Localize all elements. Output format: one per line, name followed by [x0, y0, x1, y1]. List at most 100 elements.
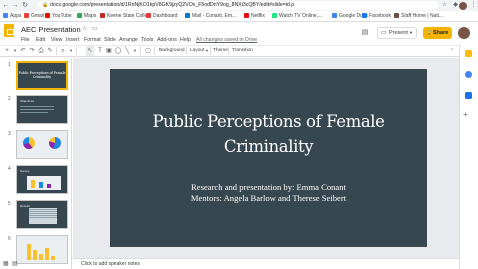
- chevron-down-icon[interactable]: ▼: [67, 46, 75, 56]
- chevron-down-icon[interactable]: ▼: [131, 46, 139, 56]
- image-icon[interactable]: ▣: [105, 46, 113, 56]
- bookmark-favicon-icon: [45, 12, 50, 18]
- bookmark-label: Staff Home | Nati...: [401, 13, 444, 19]
- transition-button[interactable]: Transition: [232, 46, 253, 56]
- tasks-icon[interactable]: [465, 71, 472, 78]
- speaker-notes[interactable]: Click to add speaker notes: [73, 258, 459, 269]
- bookmark-label: Maps: [84, 13, 97, 19]
- slide-thumbnail-6[interactable]: [16, 235, 68, 264]
- text-line: [20, 112, 48, 114]
- menu-slide[interactable]: Slide: [104, 37, 116, 43]
- bookmark-item[interactable]: Mail - Conant, Em...: [185, 12, 236, 21]
- print-icon[interactable]: ⎙: [37, 46, 45, 56]
- slide-title[interactable]: Public Perceptions of Female Criminality: [110, 109, 427, 159]
- bookmark-label: Gmail: [31, 13, 45, 19]
- text-line: [20, 109, 54, 111]
- forward-icon[interactable]: →: [11, 1, 19, 10]
- toolbar-divider: [56, 47, 57, 55]
- background-button[interactable]: Background: [159, 46, 185, 56]
- toolbar-divider: [140, 47, 141, 55]
- lock-icon: 🔒: [42, 2, 49, 8]
- bookmark-item[interactable]: Gmail: [24, 12, 44, 21]
- theme-button[interactable]: Theme: [213, 46, 228, 56]
- document-title[interactable]: AEC Presentation: [21, 25, 81, 34]
- bookmark-item[interactable]: Watch TV Online,...: [272, 12, 322, 21]
- select-icon[interactable]: ↖: [86, 46, 94, 56]
- share-label: Share: [433, 30, 449, 36]
- bar-thumbnail: [39, 182, 43, 188]
- bookmark-label: Dashboard: [153, 13, 178, 19]
- slides-logo-icon[interactable]: [4, 24, 14, 37]
- chevron-down-icon[interactable]: ▼: [11, 46, 19, 56]
- bookmark-item[interactable]: Facebook: [362, 12, 391, 21]
- bookmark-favicon-icon: [394, 12, 399, 18]
- pie-chart-thumbnail: [23, 137, 35, 149]
- slide-number: 6: [8, 236, 11, 242]
- bookmark-item[interactable]: YouTube: [45, 12, 72, 21]
- slide-thumbnail-5[interactable]: Results: [16, 200, 68, 229]
- toolbar-divider: [228, 47, 229, 55]
- bookmark-favicon-icon: [24, 12, 29, 18]
- bookmark-item[interactable]: Maps: [77, 12, 96, 21]
- bookmark-item[interactable]: Staff Home | Nati...: [394, 12, 443, 21]
- zoom-icon[interactable]: ⌕: [59, 46, 67, 56]
- line-icon[interactable]: ╲: [123, 46, 131, 56]
- menu-addons[interactable]: Add-ons: [157, 37, 177, 43]
- menu-format[interactable]: Format: [84, 37, 101, 43]
- undo-icon[interactable]: ↶: [19, 46, 27, 56]
- bookmark-label: Netflix: [251, 13, 265, 19]
- present-button[interactable]: ▭ Present ▼: [377, 27, 417, 39]
- slide-thumbnail-4[interactable]: Survey: [16, 165, 68, 194]
- back-icon[interactable]: ←: [2, 1, 10, 10]
- new-slide-icon[interactable]: +: [3, 46, 11, 56]
- chrome-menu-icon[interactable]: ⋮: [469, 1, 478, 10]
- menu-edit[interactable]: Edit: [36, 37, 45, 43]
- table-thumbnail: [29, 208, 57, 224]
- bookmark-item[interactable]: Keene State Colle...: [100, 12, 151, 21]
- slide-thumbnail-2[interactable]: Objectives: [16, 95, 68, 124]
- menu-arrange[interactable]: Arrange: [119, 37, 138, 43]
- bookmark-label: Keene State Colle...: [107, 13, 152, 19]
- avatar[interactable]: [458, 27, 470, 39]
- redo-icon[interactable]: ↷: [28, 46, 36, 56]
- filmstrip-view-icon[interactable]: ▤: [12, 260, 18, 267]
- move-folder-icon[interactable]: ▭: [92, 25, 98, 32]
- reload-icon[interactable]: ↻: [21, 1, 29, 10]
- bookmark-item[interactable]: Netflix: [244, 12, 265, 21]
- menu-tools[interactable]: Tools: [141, 37, 153, 43]
- keep-icon[interactable]: [465, 50, 472, 57]
- slide-number: 5: [8, 201, 11, 207]
- grid-view-icon[interactable]: ▦: [3, 260, 9, 267]
- thumbnail-title: Survey: [20, 169, 30, 173]
- profile-icon[interactable]: [459, 1, 467, 10]
- bookmark-item[interactable]: Dashboard: [146, 12, 177, 21]
- current-slide[interactable]: Public Perceptions of Female Criminality…: [110, 69, 427, 247]
- text-box-icon[interactable]: T: [96, 46, 104, 56]
- bookmark-label: Apps: [10, 13, 22, 19]
- paint-format-icon[interactable]: ✎: [46, 46, 54, 56]
- chevron-down-icon[interactable]: ▼: [409, 28, 413, 38]
- bookmark-favicon-icon: [3, 12, 8, 18]
- menu-file[interactable]: File: [21, 37, 30, 43]
- share-button[interactable]: 🔒 Share: [423, 27, 452, 39]
- slide-subtitle[interactable]: Research and presentation by: Emma Conan…: [110, 182, 427, 204]
- menu-view[interactable]: View: [51, 37, 62, 43]
- address-bar[interactable]: 🔒 docs.google.com/presentation/d/1RnNjKO…: [38, 1, 438, 10]
- chart-thumbnail: [27, 176, 61, 190]
- add-ons-plus-icon[interactable]: +: [463, 110, 468, 119]
- thumbnail-title: Objectives: [20, 99, 35, 103]
- calendar-icon[interactable]: [465, 92, 472, 99]
- url-text: docs.google.com/presentation/d/1RnNjKO1k…: [50, 2, 295, 8]
- star-icon[interactable]: ☆: [82, 25, 87, 32]
- saved-status[interactable]: All changes saved in Drive: [196, 37, 257, 43]
- chevron-up-icon[interactable]: ⌃: [448, 46, 456, 56]
- star-icon[interactable]: ☆: [440, 1, 449, 10]
- menu-insert[interactable]: Insert: [66, 37, 79, 43]
- comment-add-icon[interactable]: ▢: [144, 46, 152, 56]
- slide-thumbnail-3[interactable]: [16, 130, 68, 159]
- shape-icon[interactable]: ◯: [114, 46, 122, 56]
- slide-thumbnail-1[interactable]: Public Perceptions of Female Criminality: [16, 61, 68, 90]
- bookmark-item[interactable]: Apps: [3, 12, 21, 21]
- menu-help[interactable]: Help: [180, 37, 191, 43]
- comments-icon[interactable]: ▤: [360, 28, 370, 38]
